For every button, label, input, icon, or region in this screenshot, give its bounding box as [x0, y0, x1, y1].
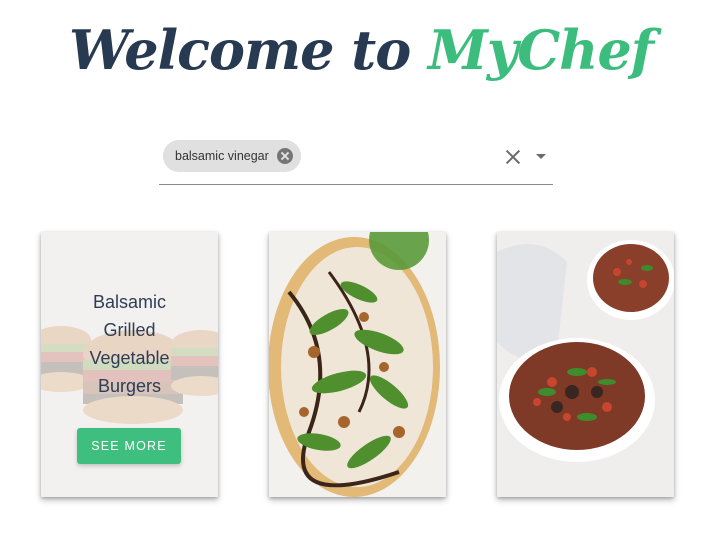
- chip-label: balsamic vinegar: [175, 149, 269, 163]
- recipe-card[interactable]: Balsamic Grilled Vegetable Burgers SEE M…: [41, 232, 218, 497]
- see-more-button[interactable]: SEE MORE: [77, 428, 181, 464]
- chip-remove-icon[interactable]: [276, 148, 293, 164]
- vegetable-stew-bowls-photo: [497, 232, 674, 497]
- ingredient-chip[interactable]: balsamic vinegar: [163, 140, 301, 172]
- ingredient-search-field[interactable]: balsamic vinegar: [159, 133, 553, 185]
- recipe-card[interactable]: [497, 232, 674, 497]
- recipe-card[interactable]: [269, 232, 446, 497]
- title-welcome: Welcome to: [68, 18, 411, 82]
- recipe-title-text: Balsamic Grilled Vegetable Burgers: [89, 292, 170, 396]
- dropdown-caret-icon[interactable]: [536, 154, 546, 159]
- clear-icon[interactable]: [503, 147, 523, 167]
- recipe-title: Balsamic Grilled Vegetable Burgers: [41, 288, 218, 400]
- arugula-flatbread-pizza-photo: [269, 232, 446, 497]
- page-title: Welcome to MyChef: [0, 18, 722, 82]
- title-brand: MyChef: [428, 18, 654, 82]
